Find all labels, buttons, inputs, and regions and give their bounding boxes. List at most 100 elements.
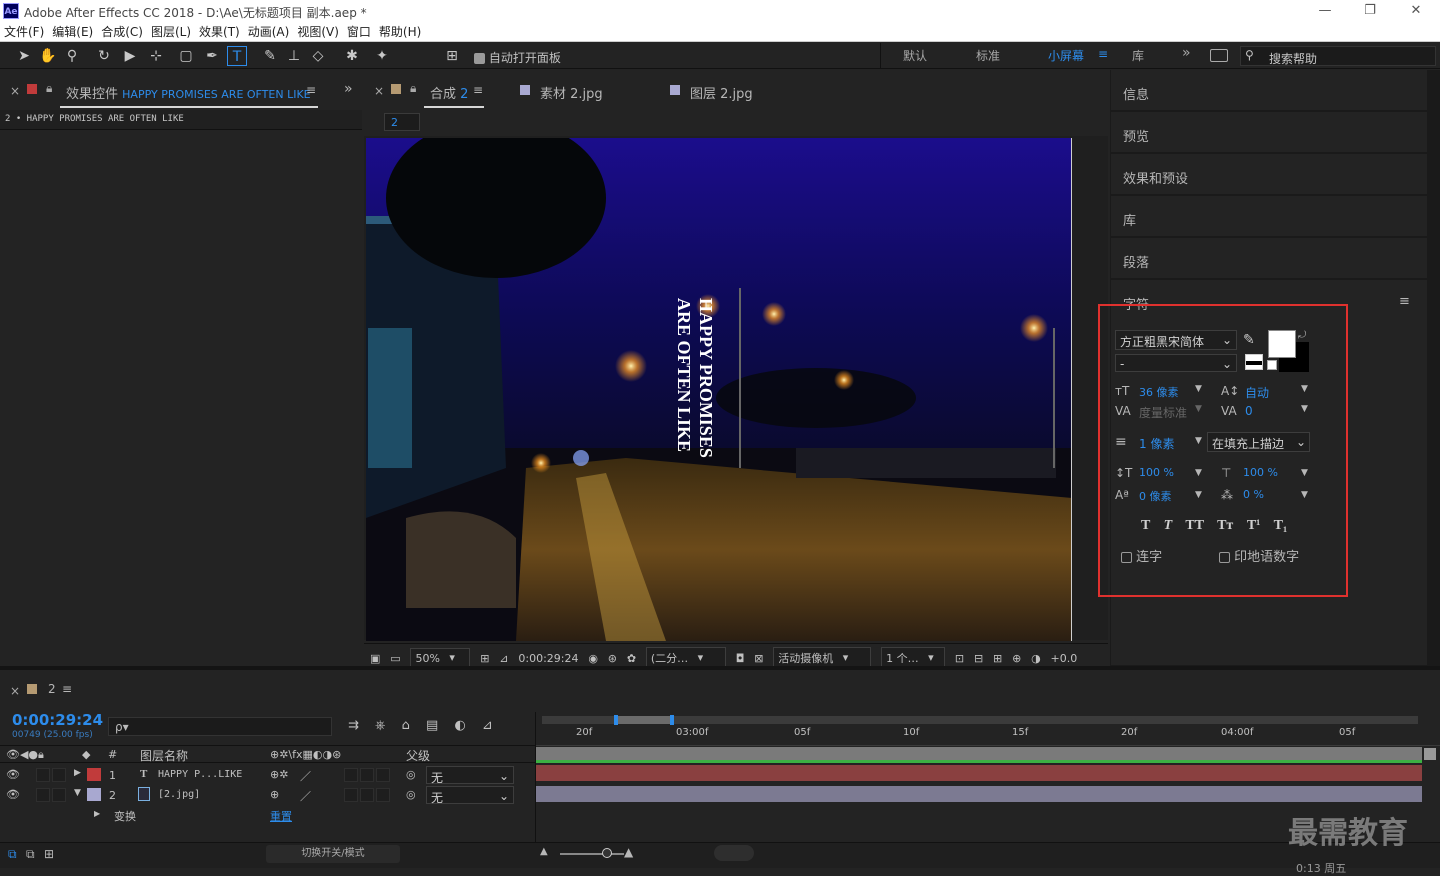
puppet-tool-icon[interactable]: ✦ [372,46,392,66]
help-search-input[interactable]: 搜索帮助 [1269,50,1317,67]
transform-reset-link[interactable]: 重置 [270,808,292,824]
audio-toggle[interactable] [36,788,50,802]
panel-menu-icon[interactable]: ≡ [306,83,316,97]
exposure-value[interactable]: +0.0 [1051,652,1078,665]
parent-dropdown[interactable]: 无 ⌄ [426,786,514,805]
toggle-switches-modes[interactable]: 切换开关/模式 [266,845,400,863]
rectangle-tool-icon[interactable]: ▢ [176,46,196,66]
current-time[interactable]: 0:00:29:24 [518,652,578,665]
comp-navigator-tag[interactable]: 2 [384,113,420,131]
motion-blur-toggle[interactable] [360,788,374,802]
shy-layers-icon[interactable]: ⌂ [402,718,410,733]
menu-effect[interactable]: 效果(T) [195,22,244,42]
tab-composition[interactable]: 合成 2 [430,83,468,102]
collapse-switch-icon[interactable]: ⊕ [270,788,279,801]
monitor-icon[interactable]: ▭ [390,652,400,665]
mask-visibility-icon[interactable]: ⊿ [499,652,508,665]
always-preview-icon[interactable]: ▣ [370,652,380,665]
close-button[interactable]: ✕ [1396,2,1436,20]
layer-name[interactable]: [2.jpg] [158,789,200,800]
in-out-pane-icon[interactable]: ⊞ [44,847,54,861]
workspace-library[interactable]: 库 [1132,47,1144,64]
layer-label-color[interactable] [87,788,101,801]
audio-toggle[interactable] [36,768,50,782]
transform-row[interactable]: ▶ 变换 重置 [0,806,535,826]
workspace-more[interactable]: » [1182,45,1191,61]
roto-brush-tool-icon[interactable]: ✱ [342,46,362,66]
menu-file[interactable]: 文件(F) [0,22,48,42]
pickwhip-icon[interactable]: ◎ [406,768,416,781]
selection-tool-icon[interactable]: ➤ [14,46,34,66]
timeline-icon[interactable]: ⊞ [993,652,1002,665]
snap-icon[interactable]: ⊞ [442,46,462,66]
panel-expand-icon[interactable]: » [344,81,353,97]
layer-row-2[interactable]: 👁︎ ▼ 2 [2.jpg] ⊕ ／ ◎ 无 ⌄ [0,785,535,805]
zoom-slider-handle[interactable] [602,848,612,858]
menu-edit[interactable]: 编辑(E) [48,22,97,42]
lock-toggle[interactable] [52,788,66,802]
show-snapshot-icon[interactable]: ⊛ [608,652,617,665]
safe-zones-icon[interactable]: ⊞ [480,652,489,665]
collapse-switch-icon[interactable]: ⊕✲ [270,768,288,781]
menu-composition[interactable]: 合成(C) [97,22,147,42]
camera-tool-icon[interactable]: ▶ [120,46,140,66]
comp-mini-flowchart-icon[interactable]: ⇉ [348,718,359,733]
lock-toggle[interactable] [52,768,66,782]
timeline-tab[interactable]: 2 [48,682,56,696]
work-area-start-handle[interactable] [614,715,618,725]
type-tool-icon[interactable]: T [227,46,247,66]
sync-settings-icon[interactable] [1210,49,1228,62]
zoom-out-icon[interactable]: ▲ [540,846,548,857]
close-tab-icon[interactable]: × [10,84,20,98]
work-area-end-handle[interactable] [670,715,674,725]
transfer-controls-pane-icon[interactable]: ⧉ [26,847,35,862]
toggle-pixel-icon[interactable]: ⊡ [955,652,964,665]
frame-blend-toggle[interactable] [344,788,358,802]
close-tab-icon[interactable]: × [10,684,20,698]
graph-editor-icon[interactable]: ⊿ [482,718,493,733]
menu-view[interactable]: 视图(V) [293,22,343,42]
workspace-small-screen[interactable]: 小屏幕 [1048,47,1084,64]
snapshot-icon[interactable]: ◉ [588,652,598,665]
panel-menu-icon[interactable]: ≡ [62,682,72,696]
scroll-handle[interactable] [714,845,754,861]
quality-switch-icon[interactable]: ／ [300,788,311,804]
collapse-arrow-icon[interactable]: ▼ [74,788,81,798]
frame-blend-toggle[interactable] [344,768,358,782]
column-parent[interactable]: 父级 [406,747,430,764]
motion-blur-icon[interactable]: ◐ [454,718,465,733]
character-menu-icon[interactable]: ≡ [1399,294,1410,309]
color-channels-icon[interactable]: ✿ [627,652,636,665]
layer-switches-pane-icon[interactable]: ⧉ [8,847,17,862]
layer-1-bar[interactable] [536,765,1422,781]
pickwhip-icon[interactable]: ◎ [406,788,416,801]
brush-tool-icon[interactable]: ✎ [260,46,280,66]
panel-effects-presets[interactable]: 效果和预设 [1111,154,1427,195]
visibility-eye-icon[interactable]: 👁︎ [6,768,20,781]
pen-tool-icon[interactable]: ✒ [202,46,222,66]
timeline-timecode[interactable]: 0:00:29:24 [12,711,103,729]
layer-search-input[interactable]: ρ▾ [108,717,332,736]
layer-2-bar[interactable] [536,786,1422,802]
expand-arrow-icon[interactable]: ▶ [94,809,100,818]
rotate-tool-icon[interactable]: ↻ [94,46,114,66]
panel-menu-icon[interactable]: ≡ [473,83,483,97]
playhead-marker[interactable] [1424,748,1436,760]
work-area-range[interactable] [616,716,672,724]
layer-row-1[interactable]: 👁︎ ▶ 1 T HAPPY P...LIKE ⊕✲ ／ ◎ 无 ⌄ [0,765,535,785]
menu-layer[interactable]: 图层(L) [147,22,195,42]
lock-icon[interactable]: 🔒︎ [46,81,52,96]
tab-footage[interactable]: 素材 2.jpg [540,83,603,102]
panel-info[interactable]: 信息 [1111,70,1427,111]
pan-behind-tool-icon[interactable]: ⊹ [146,46,166,66]
lock-icon[interactable]: 🔒︎ [410,81,416,96]
panel-preview[interactable]: 预览 [1111,112,1427,153]
tab-layer[interactable]: 图层 2.jpg [690,83,753,102]
help-search[interactable]: ⚲ 搜索帮助 [1240,46,1436,66]
quality-switch-icon[interactable]: ／ [300,768,311,784]
workspace-standard[interactable]: 标准 [976,47,1000,64]
reset-exposure-icon[interactable]: ◑ [1031,652,1041,665]
hand-tool-icon[interactable]: ✋ [38,46,58,66]
auto-open-checkbox[interactable]: 自动打开面板 [474,49,561,66]
zoom-dropdown[interactable]: 50% ▾ [410,648,471,668]
